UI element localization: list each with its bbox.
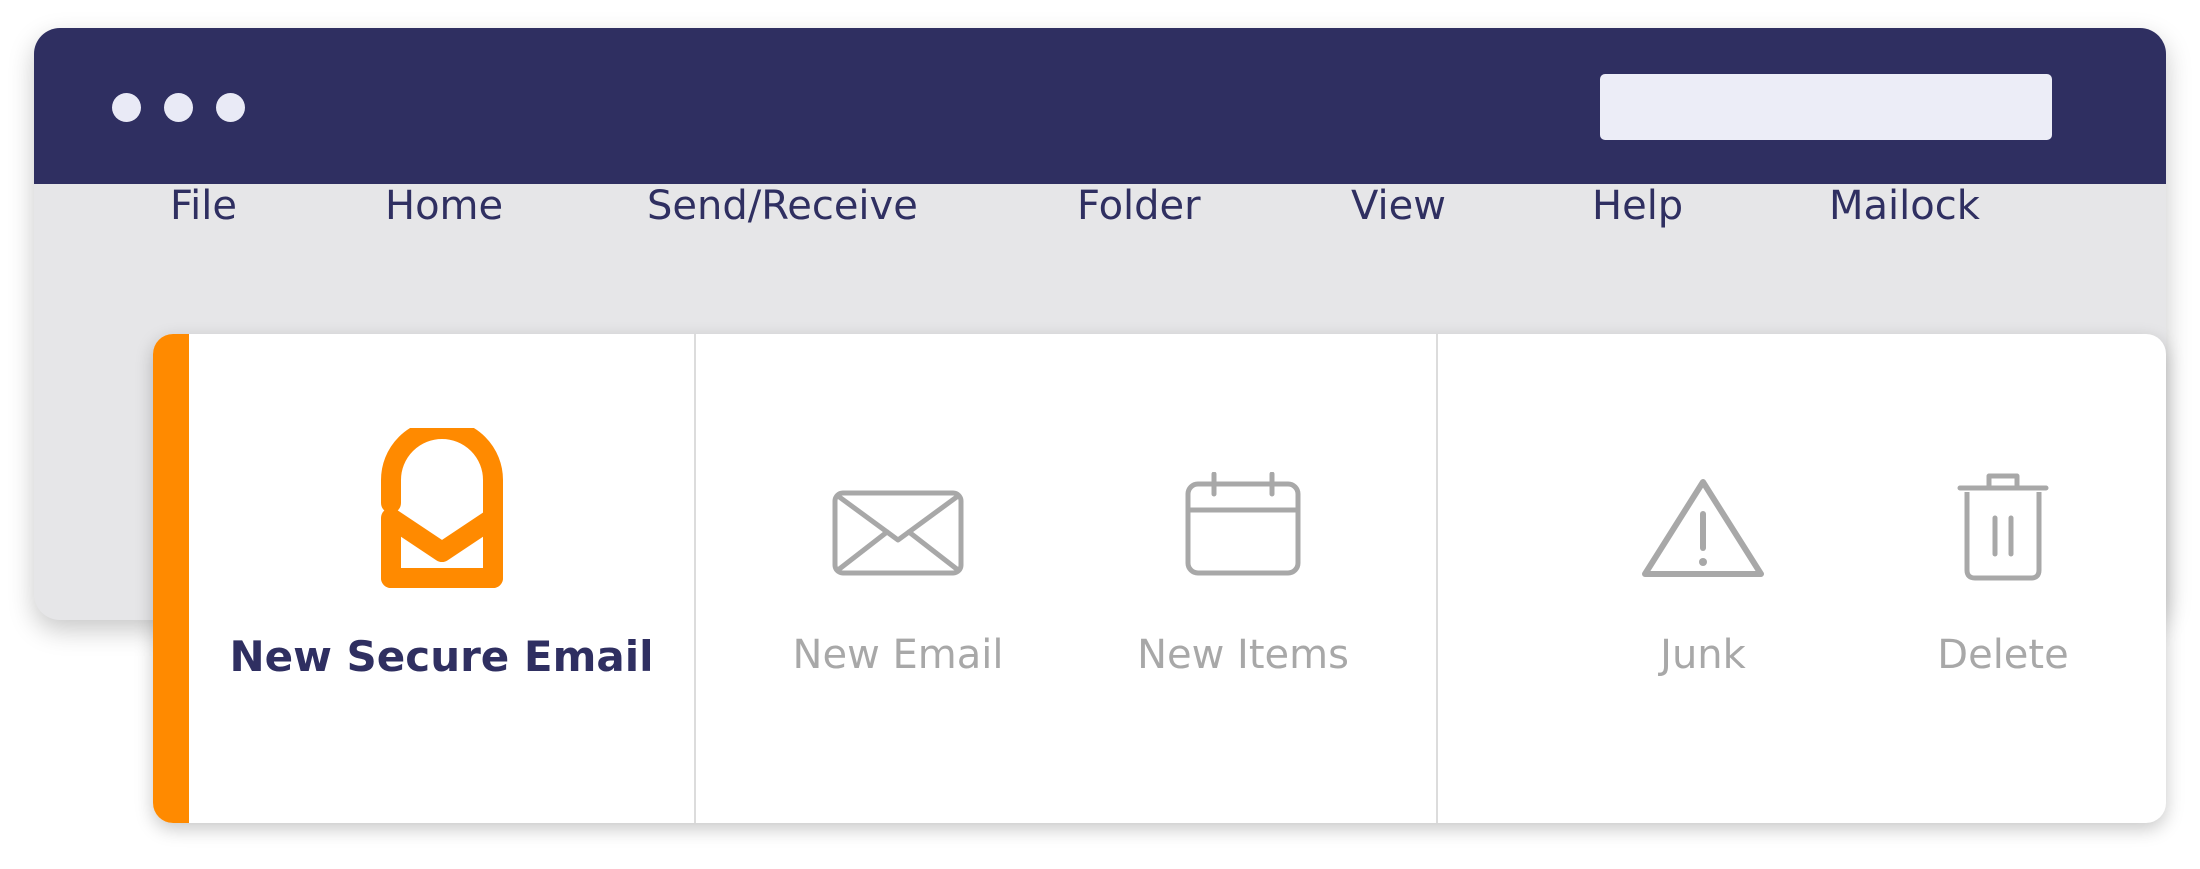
mailock-logo-icon	[380, 428, 503, 588]
title-bar	[34, 28, 2166, 184]
accent-bar	[153, 334, 189, 823]
junk-button[interactable]: Junk	[1613, 334, 1793, 823]
new-secure-email-label: New Secure Email	[229, 632, 654, 681]
junk-label: Junk	[1660, 632, 1746, 678]
app-stage: File Home Send/Receive Folder View Help …	[0, 0, 2200, 869]
new-items-button[interactable]: New Items	[1113, 334, 1373, 823]
delete-label: Delete	[1937, 632, 2069, 678]
new-secure-email-button[interactable]: New Secure Email	[189, 334, 694, 823]
delete-button[interactable]: Delete	[1913, 334, 2093, 823]
menu-item-send-receive[interactable]: Send/Receive	[647, 183, 918, 229]
ribbon-divider	[694, 334, 696, 823]
new-email-button[interactable]: New Email	[773, 334, 1023, 823]
search-input[interactable]	[1600, 74, 2052, 140]
warning-icon	[1642, 479, 1764, 577]
calendar-icon	[1185, 472, 1301, 576]
new-email-label: New Email	[792, 632, 1004, 678]
menu-item-help[interactable]: Help	[1592, 183, 1683, 229]
menu-item-home[interactable]: Home	[385, 183, 503, 229]
menu-item-mailock[interactable]: Mailock	[1829, 183, 1980, 229]
menu-item-file[interactable]: File	[170, 183, 237, 229]
menu-item-folder[interactable]: Folder	[1077, 183, 1201, 229]
menu-item-view[interactable]: View	[1351, 183, 1446, 229]
mailock-ribbon-panel: New Secure Email New Email New Items Jun…	[153, 334, 2166, 823]
ribbon-divider	[1436, 334, 1438, 823]
envelope-icon	[832, 490, 964, 576]
window-control-dot-3[interactable]	[216, 93, 245, 122]
new-items-label: New Items	[1137, 632, 1349, 678]
trash-icon	[1957, 473, 2049, 581]
window-control-dot-1[interactable]	[112, 93, 141, 122]
window-control-dot-2[interactable]	[164, 93, 193, 122]
